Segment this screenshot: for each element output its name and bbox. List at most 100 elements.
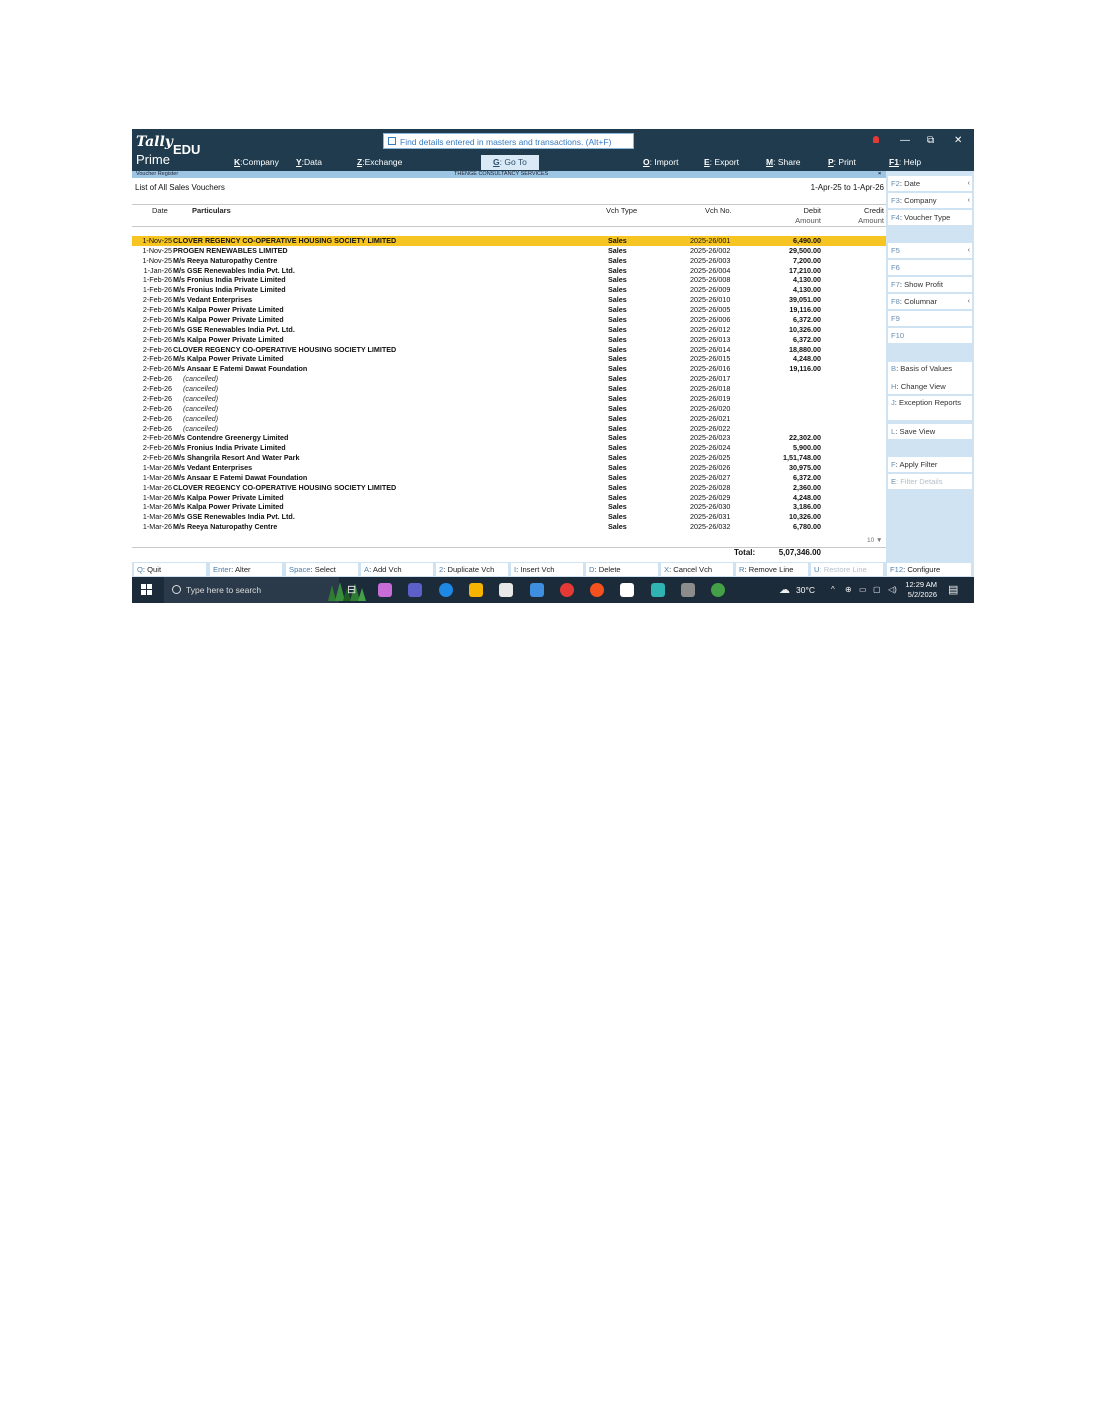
tray-display-icon[interactable]: ▢ bbox=[873, 585, 881, 594]
side-button-f7[interactable]: F7: Show Profit bbox=[888, 277, 972, 292]
table-row[interactable]: 2-Feb-26 M/s Kalpa Power Private Limited S… bbox=[132, 305, 886, 315]
tally-icon[interactable] bbox=[650, 583, 665, 597]
bottom-button-space[interactable]: Space: Select bbox=[286, 563, 358, 576]
table-row[interactable]: 2-Feb-26 M/s Contendre Greenergy Limited S… bbox=[132, 433, 886, 443]
volume-icon[interactable]: ◁) bbox=[888, 585, 897, 594]
table-row[interactable]: 2-Feb-26 M/s GSE Renewables India Pvt. Lt… bbox=[132, 325, 886, 335]
table-row[interactable]: 2-Feb-26 (cancelled) Sales 2025-26/020 bbox=[132, 404, 886, 414]
table-row[interactable]: 2-Feb-26 M/s Ansaar E Fatemi Dawat Founda… bbox=[132, 364, 886, 374]
global-search-input[interactable]: Find details entered in masters and tran… bbox=[383, 133, 634, 149]
page-indicator[interactable]: 10 ▼ bbox=[867, 537, 882, 544]
side-button-f8[interactable]: F8: Columnar ‹ bbox=[888, 294, 972, 309]
table-row[interactable]: 1-Mar-26 M/s GSE Renewables India Pvt. Lt… bbox=[132, 512, 886, 522]
table-row[interactable]: 1-Mar-26 M/s Vedant Enterprises Sales 2025-… bbox=[132, 463, 886, 473]
taskbar-clock[interactable]: 12:29 AM 5/2/2026 bbox=[905, 580, 937, 600]
bottom-button-enter[interactable]: Enter: Alter bbox=[210, 563, 282, 576]
file-explorer-icon[interactable] bbox=[468, 583, 483, 597]
store-icon[interactable] bbox=[499, 583, 514, 597]
tray-network-icon[interactable]: ⊕ bbox=[845, 585, 852, 594]
side-button-l[interactable]: L: Save View bbox=[888, 424, 972, 439]
chrome-profile-icon[interactable] bbox=[711, 583, 726, 597]
minimize-icon[interactable]: — bbox=[900, 135, 910, 146]
notification-bell-icon[interactable] bbox=[873, 136, 879, 143]
side-button-f6[interactable]: F6 bbox=[888, 260, 972, 275]
menu-exchange[interactable]: Z:Exchange bbox=[357, 157, 402, 167]
table-row[interactable]: 1-Mar-26 M/s Ansaar E Fatemi Dawat Founda… bbox=[132, 473, 886, 483]
table-row[interactable]: 2-Feb-26 (cancelled) Sales 2025-26/022 bbox=[132, 424, 886, 434]
table-row[interactable]: 2-Feb-26 M/s Fronius India Private Limite… bbox=[132, 443, 886, 453]
weather-icon[interactable]: ☁ bbox=[779, 583, 790, 596]
side-button-e[interactable]: E: Filter Details bbox=[888, 474, 972, 489]
side-button-h[interactable]: H: Change View bbox=[888, 379, 972, 394]
menu-go-to[interactable]: G: Go To bbox=[481, 155, 539, 170]
table-row[interactable]: 1-Nov-25 PROGEN RENEWABLES LIMITED Sales 20… bbox=[132, 246, 886, 256]
table-row[interactable]: 1-Mar-26 M/s Reeya Naturopathy Centre Sale… bbox=[132, 522, 886, 532]
table-row[interactable]: 2-Feb-26 CLOVER REGENCY CO-OPERATIVE HOUS… bbox=[132, 345, 886, 355]
menu-help[interactable]: F1: Help bbox=[889, 157, 921, 167]
bottom-button-x[interactable]: X: Cancel Vch bbox=[661, 563, 733, 576]
temperature[interactable]: 30°C bbox=[796, 585, 815, 595]
bottom-button-r[interactable]: R: Remove Line bbox=[736, 563, 808, 576]
search-app-icon[interactable] bbox=[681, 583, 695, 597]
side-button-f10[interactable]: F10 bbox=[888, 328, 972, 343]
side-button-f2[interactable]: F2: Date ‹ bbox=[888, 176, 972, 191]
side-button-f5[interactable]: F5 ‹ bbox=[888, 243, 972, 258]
table-row[interactable]: 1-Jan-26 M/s GSE Renewables India Pvt. Lt… bbox=[132, 266, 886, 276]
menu-export[interactable]: E: Export bbox=[704, 157, 739, 167]
bottom-button-u[interactable]: U: Restore Line bbox=[811, 563, 883, 576]
task-view-icon[interactable]: ⊟ bbox=[347, 583, 356, 596]
table-row[interactable]: 2-Feb-26 M/s Kalpa Power Private Limited S… bbox=[132, 315, 886, 325]
mail-icon[interactable] bbox=[529, 583, 544, 597]
table-row[interactable]: 2-Feb-26 M/s Vedant Enterprises Sales 2025-… bbox=[132, 295, 886, 305]
copilot-icon[interactable] bbox=[378, 583, 392, 597]
table-row[interactable]: 2-Feb-26 (cancelled) Sales 2025-26/021 bbox=[132, 414, 886, 424]
side-button-f9[interactable]: F9 bbox=[888, 311, 972, 326]
bottom-button-2[interactable]: 2: Duplicate Vch bbox=[436, 563, 508, 576]
table-row[interactable]: 1-Feb-26 M/s Fronius India Private Limite… bbox=[132, 275, 886, 285]
menu-share[interactable]: M: Share bbox=[766, 157, 801, 167]
table-row[interactable]: 1-Feb-26 M/s Fronius India Private Limite… bbox=[132, 285, 886, 295]
table-row[interactable]: 1-Mar-26 CLOVER REGENCY CO-OPERATIVE HOUS… bbox=[132, 483, 886, 493]
edge-icon[interactable] bbox=[438, 583, 453, 597]
side-button-j[interactable]: J: Exception Reports bbox=[888, 396, 972, 420]
row-date: 1-Mar-26 bbox=[142, 512, 172, 522]
chrome-icon[interactable] bbox=[559, 583, 574, 597]
taskbar-search-input[interactable]: Type here to search bbox=[164, 577, 366, 603]
tasks-icon[interactable] bbox=[620, 583, 635, 597]
bottom-button-d[interactable]: D: Delete bbox=[586, 563, 658, 576]
table-row[interactable]: 2-Feb-26 (cancelled) Sales 2025-26/019 bbox=[132, 394, 886, 404]
table-row[interactable]: 2-Feb-26 M/s Kalpa Power Private Limited S… bbox=[132, 335, 886, 345]
bottom-button-a[interactable]: A: Add Vch bbox=[361, 563, 433, 576]
side-button-f3[interactable]: F3: Company ‹ bbox=[888, 193, 972, 208]
chrome-alt-icon[interactable] bbox=[590, 583, 605, 597]
tray-battery-icon[interactable]: ▭ bbox=[859, 585, 867, 594]
menu-print[interactable]: P: Print bbox=[828, 157, 856, 167]
bottom-button-f12[interactable]: F12: Configure bbox=[887, 563, 971, 576]
table-row[interactable]: 1-Nov-25 CLOVER REGENCY CO-OPERATIVE HOUS… bbox=[132, 236, 886, 246]
close-report-icon[interactable]: × bbox=[878, 171, 881, 178]
company-name: THENGE CONSULTANCY SERVICES bbox=[454, 171, 549, 177]
table-row[interactable]: 2-Feb-26 (cancelled) Sales 2025-26/017 bbox=[132, 374, 886, 384]
magnifier-icon bbox=[172, 585, 181, 594]
bottom-button-i[interactable]: I: Insert Vch bbox=[511, 563, 583, 576]
table-row[interactable]: 1-Nov-25 M/s Reeya Naturopathy Centre Sale… bbox=[132, 256, 886, 266]
menu-import[interactable]: O: Import bbox=[643, 157, 678, 167]
restore-icon[interactable]: ⧉ bbox=[927, 135, 934, 146]
tray-chevron-icon[interactable]: ^ bbox=[831, 585, 835, 594]
row-vch-no: 2025-26/030 bbox=[690, 502, 731, 512]
table-row[interactable]: 1-Mar-26 M/s Kalpa Power Private Limited S… bbox=[132, 502, 886, 512]
menu-data[interactable]: Y:Data bbox=[296, 157, 322, 167]
table-row[interactable]: 1-Mar-26 M/s Kalpa Power Private Limited S… bbox=[132, 493, 886, 503]
side-button-f[interactable]: F: Apply Filter bbox=[888, 457, 972, 472]
table-row[interactable]: 2-Feb-26 (cancelled) Sales 2025-26/018 bbox=[132, 384, 886, 394]
side-button-f4[interactable]: F4: Voucher Type bbox=[888, 210, 972, 225]
menu-company[interactable]: K:Company bbox=[234, 157, 279, 167]
report-period[interactable]: 1-Apr-25 to 1-Apr-26 bbox=[811, 183, 884, 192]
close-icon[interactable]: ✕ bbox=[954, 135, 962, 146]
table-row[interactable]: 2-Feb-26 M/s Shangrila Resort And Water P… bbox=[132, 453, 886, 463]
teams-icon[interactable] bbox=[408, 583, 423, 597]
table-row[interactable]: 2-Feb-26 M/s Kalpa Power Private Limited S… bbox=[132, 354, 886, 364]
bottom-button-q[interactable]: Q: Quit bbox=[134, 563, 206, 576]
windows-start-icon[interactable] bbox=[141, 584, 153, 596]
notifications-icon[interactable]: ▤ bbox=[948, 583, 958, 596]
